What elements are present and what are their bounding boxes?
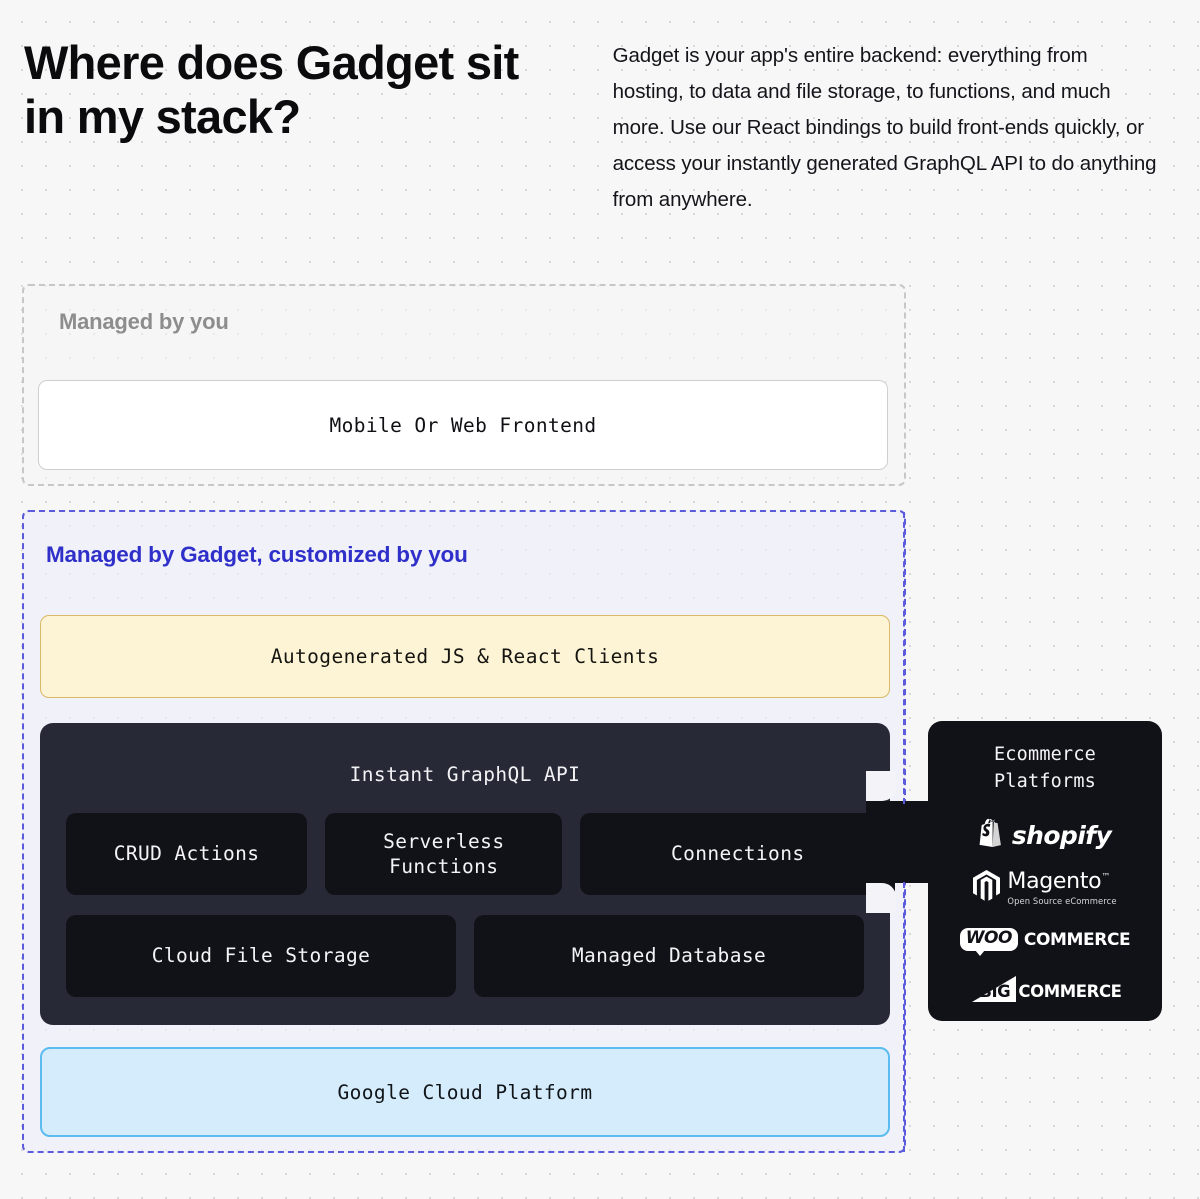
woo-bubble-badge: WOO bbox=[959, 928, 1018, 956]
bigcommerce-wordmark: COMMERCE bbox=[1018, 982, 1122, 1002]
panel-ecommerce-platforms: Ecommerce Platforms shopify Magento™ Ope… bbox=[928, 721, 1162, 1021]
shopify-logo: shopify bbox=[979, 818, 1112, 853]
magento-text-block: Magento™ Open Source eCommerce bbox=[1007, 870, 1116, 906]
bigcommerce-mark-text: BIG bbox=[979, 982, 1011, 1002]
zone-border-segment-bottom bbox=[903, 882, 905, 1152]
logo-row-magento: Magento™ Open Source eCommerce bbox=[928, 862, 1162, 914]
connector-notch-top bbox=[866, 771, 896, 801]
panel-instant-graphql-api: Instant GraphQL API CRUD Actions Serverl… bbox=[40, 723, 895, 1025]
zone-border-segment-top bbox=[903, 512, 905, 804]
intro-paragraph: Gadget is your app's entire backend: eve… bbox=[612, 44, 1157, 212]
bigcommerce-triangle-icon: BIG bbox=[968, 976, 1017, 1007]
woocommerce-logo: WOO COMMERCE bbox=[959, 928, 1131, 956]
page-title: Where does Gadget sit in my stack? bbox=[24, 36, 519, 144]
bigcommerce-logo: BIG COMMERCE bbox=[968, 976, 1122, 1007]
logo-row-bigcommerce: BIG COMMERCE bbox=[928, 966, 1162, 1018]
box-crud-actions[interactable]: CRUD Actions bbox=[66, 813, 308, 895]
magento-wordmark-text: Magento bbox=[1007, 868, 1102, 894]
woocommerce-wordmark: COMMERCE bbox=[1023, 929, 1131, 950]
ecommerce-title-line-1: Ecommerce bbox=[993, 744, 1097, 765]
api-row-primary: CRUD Actions Serverless Functions Connec… bbox=[66, 813, 895, 895]
zone-managed-by-gadget-label: Managed by Gadget, customized by you bbox=[46, 542, 468, 567]
box-serverless-functions[interactable]: Serverless Functions bbox=[325, 813, 563, 895]
connector-notch-bottom bbox=[866, 883, 896, 913]
ecommerce-platforms-title: Ecommerce Platforms bbox=[928, 741, 1162, 796]
magento-logo: Magento™ Open Source eCommerce bbox=[973, 869, 1116, 906]
panel-api-title: Instant GraphQL API bbox=[349, 763, 581, 786]
logo-row-woocommerce: WOO COMMERCE bbox=[928, 914, 1162, 966]
box-connections[interactable]: Connections bbox=[580, 813, 895, 895]
magento-trademark-symbol: ™ bbox=[1101, 872, 1111, 883]
shopify-wordmark: shopify bbox=[1011, 821, 1112, 851]
card-mobile-or-web-frontend[interactable]: Mobile Or Web Frontend bbox=[38, 380, 888, 470]
zone-managed-by-you: Managed by you Mobile Or Web Frontend bbox=[22, 284, 906, 486]
box-managed-database[interactable]: Managed Database bbox=[474, 915, 864, 997]
card-autogenerated-clients[interactable]: Autogenerated JS & React Clients bbox=[40, 615, 890, 698]
card-google-cloud-platform[interactable]: Google Cloud Platform bbox=[40, 1047, 890, 1137]
shopify-bag-icon bbox=[979, 818, 1005, 853]
ecommerce-title-line-2: Platforms bbox=[993, 771, 1097, 793]
zone-managed-by-you-label: Managed by you bbox=[59, 309, 229, 334]
page-header: Where does Gadget sit in my stack? Gadge… bbox=[0, 0, 1200, 218]
magento-hexagon-icon bbox=[973, 869, 1001, 906]
magento-wordmark: Magento™ bbox=[1007, 869, 1110, 894]
api-row-secondary: Cloud File Storage Managed Database bbox=[66, 915, 864, 997]
box-cloud-file-storage[interactable]: Cloud File Storage bbox=[66, 915, 456, 997]
magento-tagline: Open Source eCommerce bbox=[1007, 895, 1117, 906]
logo-row-shopify: shopify bbox=[928, 810, 1162, 862]
diagram-page: Where does Gadget sit in my stack? Gadge… bbox=[0, 0, 1200, 1199]
zone-managed-by-gadget: Managed by Gadget, customized by you Aut… bbox=[22, 510, 906, 1153]
